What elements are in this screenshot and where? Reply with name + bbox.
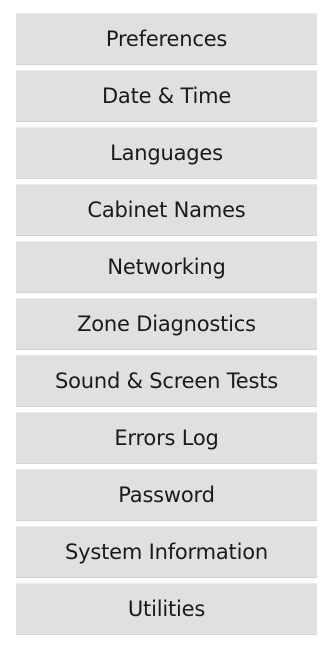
menu-item-label: Networking <box>107 255 226 279</box>
menu-item-label: Zone Diagnostics <box>77 312 256 336</box>
menu-item-sound-screen-tests[interactable]: Sound & Screen Tests <box>16 355 317 407</box>
menu-item-label: Languages <box>110 141 223 165</box>
menu-item-utilities[interactable]: Utilities <box>16 583 317 635</box>
menu-item-networking[interactable]: Networking <box>16 241 317 293</box>
menu-item-preferences[interactable]: Preferences <box>16 13 317 65</box>
menu-item-label: Password <box>118 483 215 507</box>
menu-item-label: Errors Log <box>114 426 219 450</box>
menu-item-label: Sound & Screen Tests <box>54 369 279 393</box>
menu-item-cabinet-names[interactable]: Cabinet Names <box>16 184 317 236</box>
menu-item-date-time[interactable]: Date & Time <box>16 70 317 122</box>
menu-item-label: System Information <box>65 540 268 564</box>
menu-item-label: Date & Time <box>101 84 232 108</box>
menu-item-password[interactable]: Password <box>16 469 317 521</box>
menu-item-label: Utilities <box>127 597 206 621</box>
menu-item-languages[interactable]: Languages <box>16 127 317 179</box>
menu-item-system-information[interactable]: System Information <box>16 526 317 578</box>
menu-item-label: Cabinet Names <box>87 198 246 222</box>
settings-menu: Preferences Date & Time Languages Cabine… <box>16 13 317 635</box>
menu-item-errors-log[interactable]: Errors Log <box>16 412 317 464</box>
menu-item-label: Preferences <box>105 27 228 51</box>
menu-item-zone-diagnostics[interactable]: Zone Diagnostics <box>16 298 317 350</box>
